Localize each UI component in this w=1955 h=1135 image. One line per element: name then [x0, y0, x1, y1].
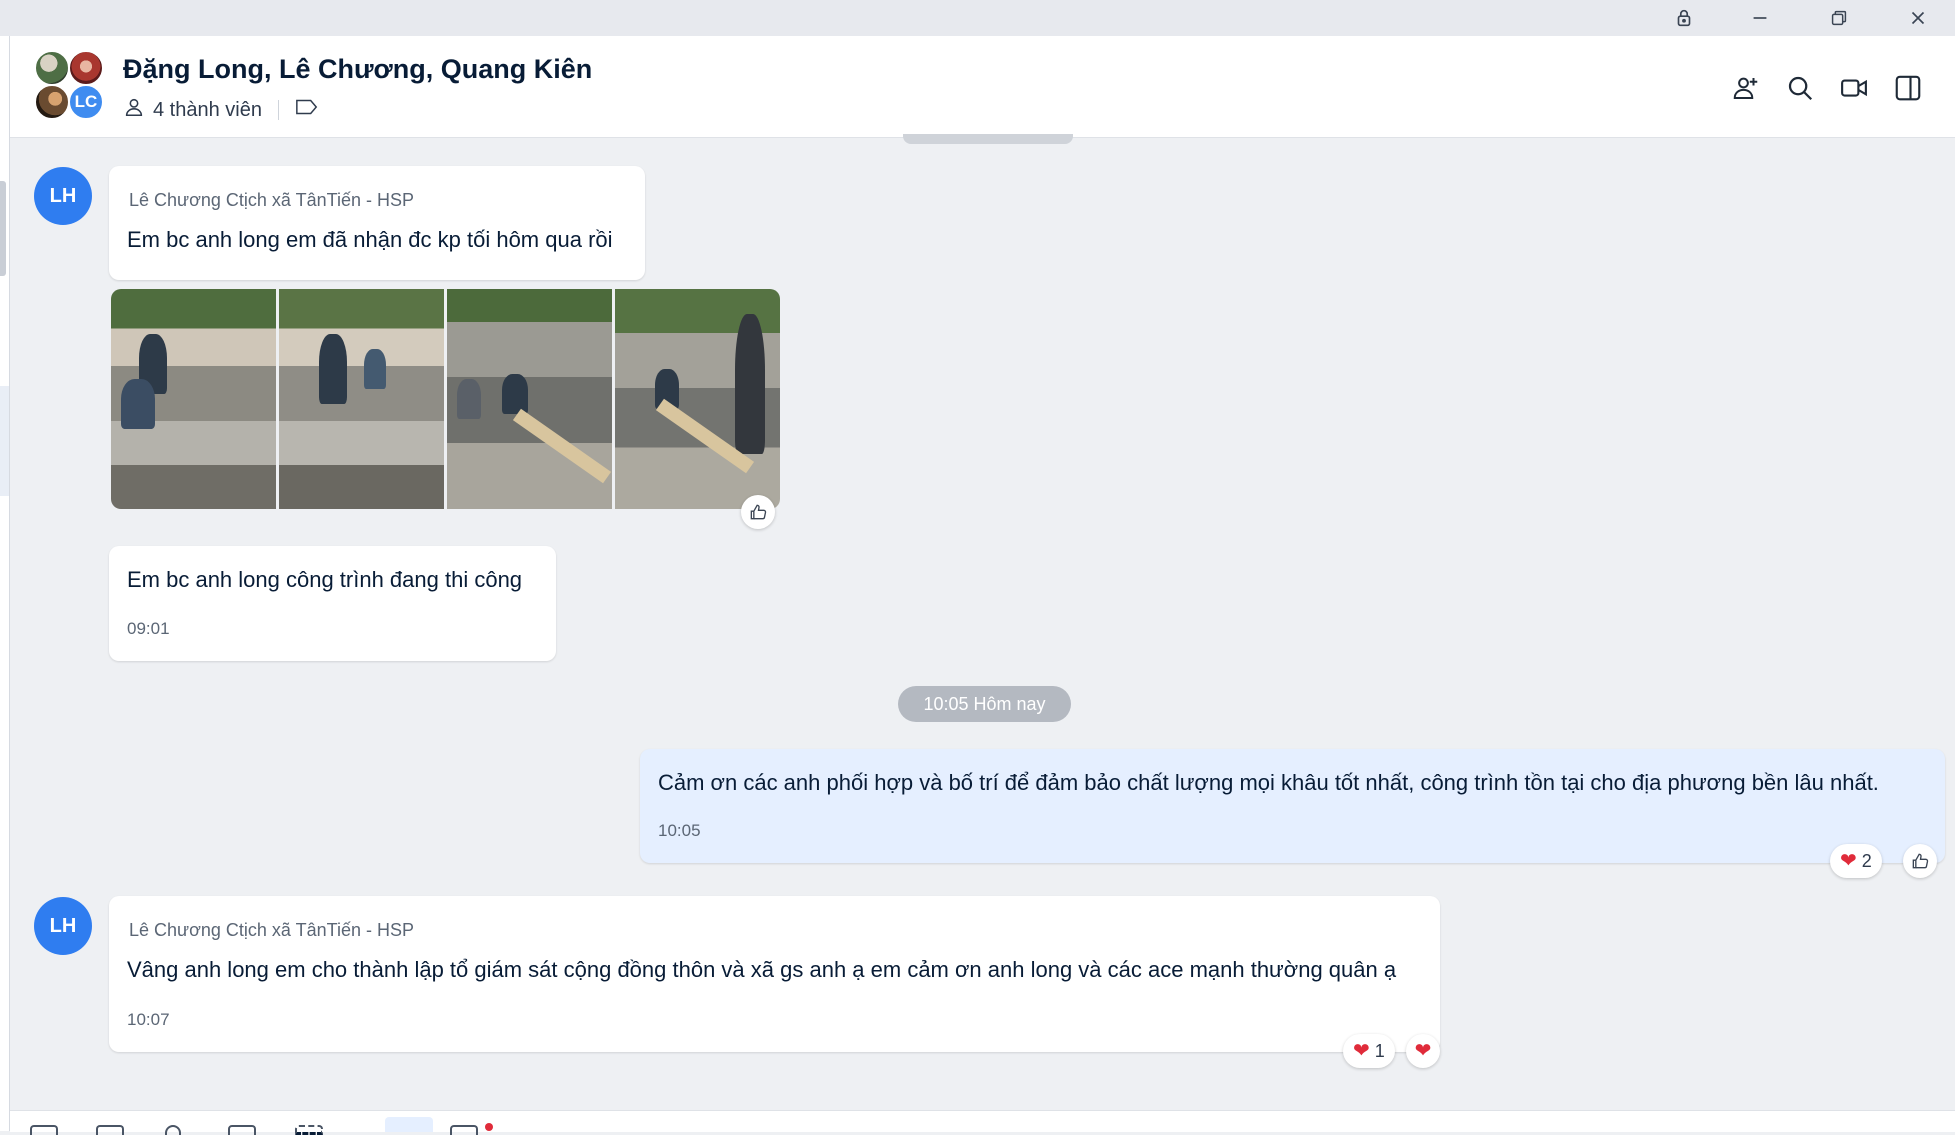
sender-avatar[interactable]: LH — [34, 167, 92, 225]
window-titlebar — [0, 0, 1955, 36]
member-avatar — [34, 84, 70, 120]
add-member-icon[interactable] — [1726, 68, 1766, 108]
message-text: Em bc anh long em đã nhận đc kp tối hôm … — [127, 227, 613, 252]
notification-dot — [485, 1123, 493, 1131]
sender-avatar[interactable]: LH — [34, 897, 92, 955]
like-button[interactable] — [741, 495, 775, 529]
members-count[interactable]: 4 thành viên — [153, 99, 262, 122]
reaction-summary[interactable]: ❤ 2 — [1830, 844, 1882, 878]
scrollbar-thumb[interactable] — [0, 181, 6, 276]
divider — [277, 100, 279, 120]
message-list[interactable]: LH Lê Chương Ctịch xã TânTiến - HSP Em b… — [10, 134, 1955, 1110]
heart-icon: ❤ — [1353, 1040, 1370, 1062]
screenshot-icon[interactable] — [295, 1125, 323, 1135]
heart-icon: ❤ — [1414, 1040, 1432, 1062]
sender-name: Lê Chương Ctịch xã TânTiến - HSP — [129, 190, 414, 210]
close-icon[interactable] — [1890, 0, 1946, 36]
group-avatar[interactable]: LC — [34, 50, 114, 130]
photo-grid — [111, 289, 780, 509]
heart-icon: ❤ — [1840, 850, 1857, 872]
message-text: Cảm ơn các anh phối hợp và bố trí để đảm… — [658, 770, 1879, 795]
toggle-panel-icon[interactable] — [1888, 68, 1928, 108]
member-avatar-initials: LC — [68, 84, 104, 120]
task-icon[interactable] — [450, 1125, 478, 1135]
user-icon[interactable] — [123, 96, 145, 124]
conversation-list-edge — [0, 36, 10, 1131]
message-bubble[interactable]: Lê Chương Ctịch xã TânTiến - HSP Vâng an… — [109, 896, 1440, 1052]
photo[interactable] — [111, 289, 276, 509]
photo[interactable] — [279, 289, 444, 509]
scroll-pill — [903, 134, 1073, 144]
restore-icon[interactable] — [1811, 0, 1867, 36]
conversation-header: LC Đặng Long, Lê Chương, Quang Kiên 4 th… — [10, 36, 1955, 138]
message-bubble[interactable]: Em bc anh long công trình đang thi công … — [109, 546, 556, 661]
time-divider: 10:05 Hôm nay — [898, 686, 1071, 722]
message-time: 10:05 — [658, 821, 701, 840]
search-icon[interactable] — [1780, 68, 1820, 108]
composer-toolbar — [10, 1110, 1955, 1135]
attach-icon[interactable] — [165, 1125, 181, 1135]
sticker-icon[interactable] — [30, 1125, 58, 1135]
reaction-summary[interactable]: ❤ 1 — [1343, 1034, 1395, 1068]
member-avatar — [68, 50, 104, 86]
thumbs-up-icon — [1912, 853, 1929, 869]
lock-icon[interactable] — [1656, 0, 1712, 36]
heart-react-button[interactable]: ❤ — [1406, 1034, 1440, 1068]
like-button[interactable] — [1903, 844, 1937, 878]
sender-name: Lê Chương Ctịch xã TânTiến - HSP — [129, 920, 414, 940]
image-icon[interactable] — [96, 1125, 124, 1135]
member-avatar — [34, 50, 70, 86]
conversation-title[interactable]: Đặng Long, Lê Chương, Quang Kiên — [123, 54, 592, 85]
thumbs-up-icon — [750, 504, 767, 520]
photo[interactable] — [615, 289, 780, 509]
reaction-count: 2 — [1861, 850, 1872, 871]
message-time: 10:07 — [127, 1010, 170, 1029]
tag-icon[interactable] — [295, 97, 319, 123]
members-info: 4 thành viên — [123, 96, 319, 124]
message-text: Em bc anh long công trình đang thi công — [127, 567, 523, 592]
selected-conversation-marker — [0, 386, 9, 496]
message-text: Vâng anh long em cho thành lập tổ giám s… — [127, 957, 1397, 982]
message-time: 09:01 — [127, 619, 170, 638]
photo[interactable] — [447, 289, 612, 509]
minimize-icon[interactable] — [1732, 0, 1788, 36]
message-bubble[interactable]: Lê Chương Ctịch xã TânTiến - HSP Em bc a… — [109, 166, 645, 280]
reaction-count: 1 — [1374, 1040, 1385, 1061]
my-message-bubble[interactable]: Cảm ơn các anh phối hợp và bố trí để đảm… — [640, 749, 1945, 863]
format-button[interactable] — [385, 1117, 433, 1132]
video-call-icon[interactable] — [1834, 68, 1874, 108]
card-icon[interactable] — [228, 1125, 256, 1135]
